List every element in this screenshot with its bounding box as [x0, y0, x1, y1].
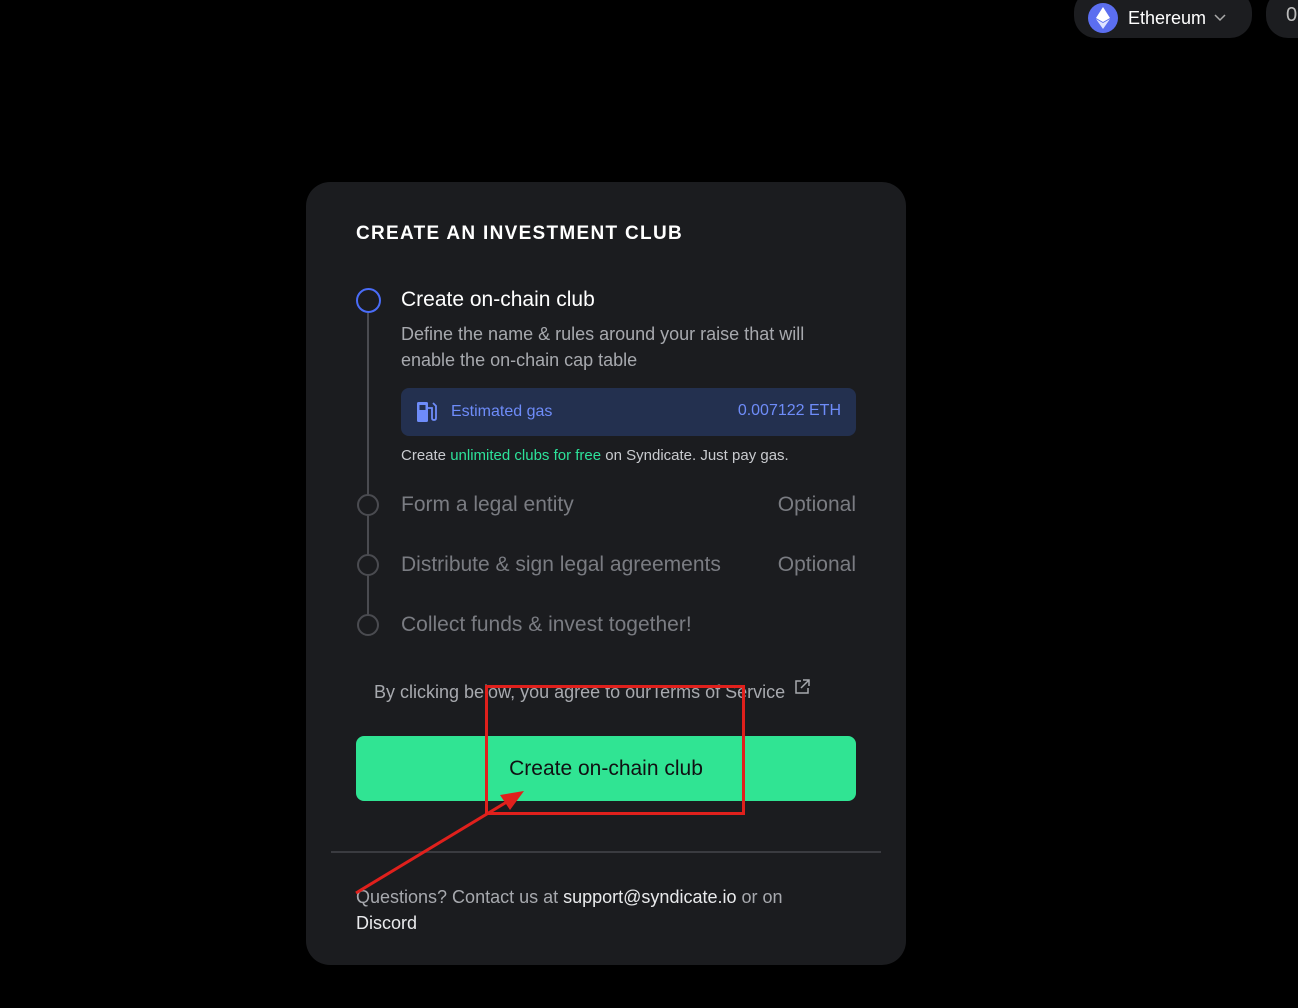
support-footer: Questions? Contact us at support@syndica…: [356, 884, 836, 936]
network-selector[interactable]: Ethereum: [1074, 0, 1252, 38]
free-note-highlight: unlimited clubs for free: [450, 447, 602, 464]
step-2-indicator: [357, 494, 379, 516]
step-4-indicator: [357, 614, 379, 636]
create-on-chain-club-button[interactable]: Create on-chain club: [356, 736, 856, 801]
terms-link[interactable]: Terms of Service: [651, 682, 785, 703]
agreement-prefix: By clicking below, you agree to our: [374, 682, 652, 702]
network-label: Ethereum: [1128, 7, 1207, 28]
discord-link[interactable]: Discord: [356, 913, 417, 933]
step-2-optional-label: Optional: [777, 493, 856, 516]
timeline-line: [367, 313, 369, 625]
account-pill[interactable]: 0: [1266, 0, 1298, 38]
card-title: CREATE AN INVESTMENT CLUB: [356, 223, 683, 244]
footer-middle: or on: [736, 887, 783, 907]
step-1-title: Create on-chain club: [401, 288, 595, 311]
account-pill-text: 0: [1286, 4, 1298, 26]
free-note-suffix: on Syndicate. Just pay gas.: [601, 447, 789, 464]
footer-divider: [331, 851, 881, 853]
step-2-title: Form a legal entity: [401, 493, 574, 516]
step-3-optional-label: Optional: [777, 553, 856, 576]
footer-prefix: Questions? Contact us at: [356, 887, 564, 907]
free-clubs-note: Create unlimited clubs for free on Syndi…: [401, 447, 789, 464]
step-3-title: Distribute & sign legal agreements: [401, 553, 721, 576]
gas-pump-icon: [415, 400, 437, 429]
terms-agreement: By clicking below, you agree to our Term…: [374, 679, 811, 703]
step-1-indicator: [356, 288, 381, 313]
step-1-description: Define the name & rules around your rais…: [401, 324, 805, 370]
ethereum-icon: [1088, 3, 1118, 33]
free-note-prefix: Create: [401, 447, 451, 464]
gas-value: 0.007122 ETH: [737, 402, 841, 419]
create-club-card: CREATE AN INVESTMENT CLUB Create on-chai…: [306, 182, 906, 965]
gas-label: Estimated gas: [451, 403, 553, 420]
step-4-title: Collect funds & invest together!: [401, 613, 692, 636]
step-3-indicator: [357, 554, 379, 576]
support-email-link[interactable]: support@syndicate.io: [563, 887, 736, 907]
external-link-icon[interactable]: [793, 678, 811, 701]
estimated-gas-box: Estimated gas 0.007122 ETH: [401, 388, 856, 436]
chevron-down-icon: [1214, 9, 1226, 27]
